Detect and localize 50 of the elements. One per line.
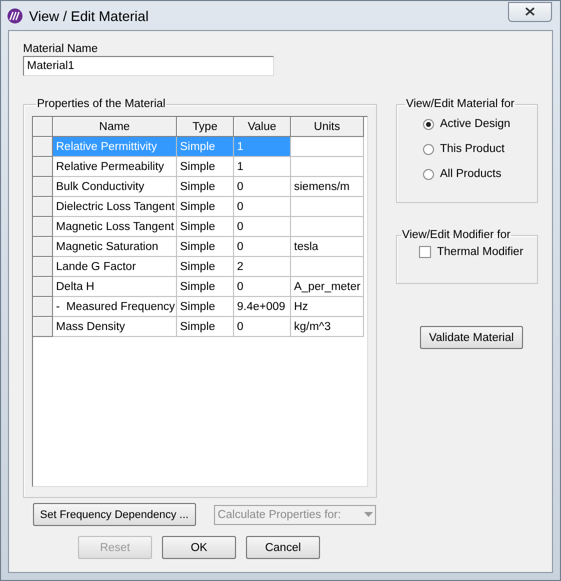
- table-cell[interactable]: 0: [234, 317, 291, 337]
- field-label: Material Name: [23, 43, 99, 55]
- table-cell[interactable]: A_per_meter: [291, 277, 364, 297]
- table-cell[interactable]: 0: [234, 197, 291, 217]
- table-cell[interactable]: Relative Permeability: [53, 157, 177, 177]
- table-cell[interactable]: Delta H: [53, 277, 177, 297]
- table-cell[interactable]: 9.4e+009: [234, 297, 291, 317]
- table-cell[interactable]: siemens/m: [291, 177, 364, 197]
- table-cell[interactable]: 0: [234, 237, 291, 257]
- radio-label: This Product: [440, 143, 505, 155]
- group-title: View/Edit Material for: [405, 98, 516, 110]
- table-cell[interactable]: Hz: [291, 297, 364, 317]
- table-cell[interactable]: Mass Density: [53, 317, 177, 337]
- table-cell[interactable]: Lande G Factor: [53, 257, 177, 277]
- group-title: View/Edit Modifier for: [401, 229, 512, 241]
- table-cell[interactable]: Simple: [177, 257, 234, 277]
- column-header[interactable]: Name: [53, 117, 177, 137]
- table-cell[interactable]: Simple: [177, 157, 234, 177]
- column-header[interactable]: Units: [291, 117, 364, 137]
- material-name-field[interactable]: Material1: [23, 56, 274, 76]
- table-cell[interactable]: 0: [234, 177, 291, 197]
- validate-material-button[interactable]: Validate Material: [420, 326, 523, 349]
- table-cell[interactable]: 1: [234, 157, 291, 177]
- table-cell[interactable]: Bulk Conductivity: [53, 177, 177, 197]
- column-header[interactable]: Type: [177, 117, 234, 137]
- table-cell[interactable]: Simple: [177, 217, 234, 237]
- group-title: Properties of the Material: [36, 98, 166, 110]
- table-cell[interactable]: 0: [234, 217, 291, 237]
- radio-label: Active Design: [440, 118, 510, 130]
- column-header[interactable]: Value: [234, 117, 291, 137]
- table-cell[interactable]: - Measured Frequency: [53, 297, 177, 317]
- window-title: View / Edit Material: [29, 8, 150, 24]
- table-cell[interactable]: Simple: [177, 237, 234, 257]
- checkbox-label: Thermal Modifier: [437, 246, 524, 258]
- table-cell[interactable]: Simple: [177, 297, 234, 317]
- dialog-button[interactable]: Cancel: [246, 536, 320, 559]
- set-frequency-dependency-button[interactable]: Set Frequency Dependency ...: [33, 503, 196, 526]
- radio-label: All Products: [440, 168, 502, 180]
- table-cell[interactable]: Magnetic Saturation: [53, 237, 177, 257]
- table-cell[interactable]: Simple: [177, 277, 234, 297]
- table-cell[interactable]: 0: [234, 277, 291, 297]
- table-cell[interactable]: Magnetic Loss Tangent: [53, 217, 177, 237]
- table-cell[interactable]: tesla: [291, 237, 364, 257]
- dialog-button[interactable]: OK: [162, 536, 236, 559]
- table-cell[interactable]: kg/m^3: [291, 317, 364, 337]
- table-cell[interactable]: 2: [234, 257, 291, 277]
- table-cell[interactable]: Dielectric Loss Tangent: [53, 197, 177, 217]
- table-cell[interactable]: Simple: [177, 177, 234, 197]
- table-cell[interactable]: Simple: [177, 197, 234, 217]
- table-cell[interactable]: Simple: [177, 317, 234, 337]
